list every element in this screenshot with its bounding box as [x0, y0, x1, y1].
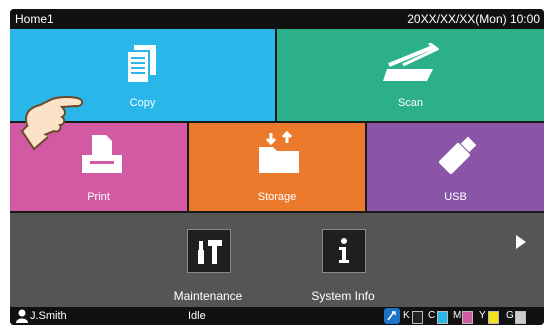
control-panel-screen: Home1 20XX/XX/XX(Mon) 10:00 Copy Scan Pr…	[10, 9, 544, 325]
ink-label-y: Y	[479, 310, 486, 321]
ink-gauge-g	[515, 311, 526, 324]
ink-label-k: K	[403, 310, 410, 321]
top-bar: Home1 20XX/XX/XX(Mon) 10:00	[10, 9, 544, 29]
scan-icon	[383, 43, 439, 81]
ink-gauge-k	[412, 311, 423, 324]
ink-gauge-y	[488, 311, 499, 324]
ink-gauge-m	[462, 311, 473, 324]
ink-label-m: M	[453, 310, 462, 321]
ink-label-g: G	[506, 310, 514, 321]
maintenance-label: Maintenance	[173, 289, 243, 303]
system-info-button[interactable]	[322, 229, 366, 273]
print-label: Print	[87, 191, 110, 203]
usb-icon	[439, 136, 477, 174]
secondary-menu: Maintenance System Info	[10, 213, 544, 307]
ink-gauge-c	[437, 311, 448, 324]
ink-status-icon	[384, 308, 400, 324]
next-page-arrow-icon[interactable]	[516, 235, 526, 249]
date-time: 20XX/XX/XX(Mon) 10:00	[407, 12, 540, 26]
print-icon	[82, 135, 122, 173]
scan-tile[interactable]: Scan	[277, 29, 544, 121]
ink-label-c: C	[428, 310, 436, 321]
storage-tile[interactable]: Storage	[189, 123, 365, 211]
scan-label: Scan	[397, 97, 424, 109]
user-icon	[16, 309, 28, 323]
info-icon	[339, 238, 349, 263]
maintenance-button[interactable]	[187, 229, 231, 273]
status-bar: J.Smith Idle K C M Y G	[10, 307, 544, 325]
storage-label: Storage	[257, 191, 297, 203]
usb-tile[interactable]: USB	[367, 123, 544, 211]
storage-folder-icon	[259, 131, 299, 173]
maintenance-tools-icon	[198, 240, 222, 264]
usb-label: USB	[444, 191, 467, 203]
pointing-hand-icon	[20, 96, 84, 151]
screen-title: Home1	[15, 12, 54, 26]
machine-status: Idle	[188, 310, 206, 322]
copy-icon	[127, 45, 156, 84]
system-info-label: System Info	[311, 289, 375, 303]
user-name: J.Smith	[30, 310, 67, 322]
